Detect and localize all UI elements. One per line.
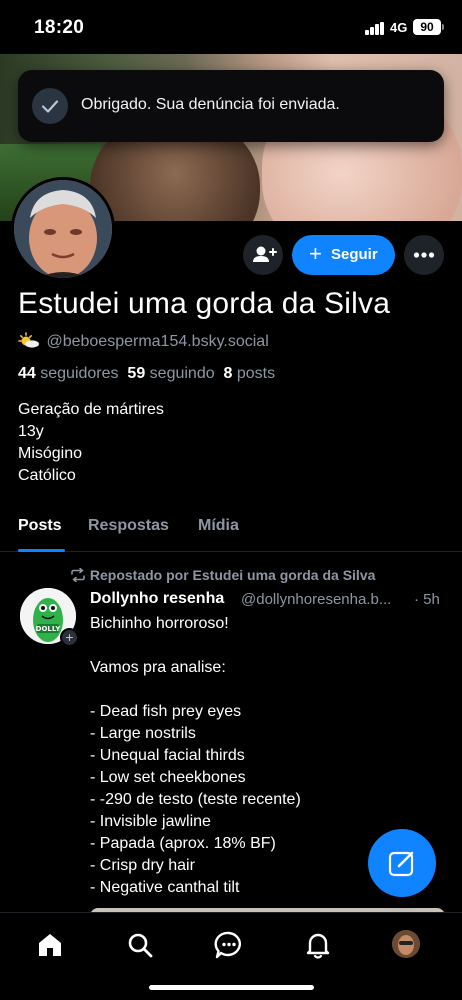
home-icon[interactable] (35, 930, 65, 960)
bio-line: Misógino (18, 445, 83, 462)
more-options-button[interactable] (404, 235, 444, 275)
plus-icon: + (309, 241, 322, 266)
check-icon (32, 88, 68, 124)
profile-stats: 44 seguidores 59 seguindo 8 posts (18, 365, 275, 383)
post-separator: · (414, 591, 419, 608)
profile-avatar[interactable] (11, 177, 115, 281)
repost-icon (71, 567, 85, 583)
post-line-blank (90, 635, 445, 657)
person-add-icon (253, 246, 277, 262)
bio-line: 13y (18, 423, 44, 440)
post-line: Vamos pra analise: (90, 659, 226, 676)
chat-icon[interactable] (214, 930, 244, 960)
post-timestamp: · 5h (414, 591, 440, 608)
compose-button[interactable] (368, 829, 436, 897)
toast-message: Obrigado. Sua denúncia foi enviada. (81, 96, 340, 113)
compose-icon (388, 851, 414, 877)
post-line: - Dead fish prey eyes (90, 703, 242, 720)
display-name: Estudei uma gorda da Silva (18, 287, 391, 320)
follow-badge-icon[interactable]: + (60, 628, 79, 647)
bio-line: Católico (18, 467, 76, 484)
tab-posts[interactable]: Posts (18, 517, 62, 535)
handle-row: @beboesperma154.bsky.social (18, 332, 269, 351)
post-line-blank (90, 679, 445, 701)
active-tab-indicator (18, 549, 65, 552)
repost-label[interactable]: Repostado por Estudei uma gorda da Silva (90, 567, 376, 583)
ellipsis-icon (413, 252, 435, 258)
profile-avatar-nav[interactable] (392, 930, 420, 958)
network-label: 4G (390, 20, 408, 35)
post-author-name[interactable]: Dollynho resenha (90, 590, 224, 608)
post-author-handle[interactable]: @dollynhoresenha.b... (241, 591, 391, 608)
repost-indicator: Repostado por Estudei uma gorda da Silva (70, 567, 375, 583)
sun-cloud-icon (18, 332, 42, 351)
profile-handle[interactable]: @beboesperma154.bsky.social (46, 333, 268, 350)
add-person-button[interactable] (243, 235, 283, 275)
signal-icon (365, 22, 386, 35)
post-line: - Low set cheekbones (90, 769, 246, 786)
status-time: 18:20 (34, 17, 85, 38)
tab-midia[interactable]: Mídia (198, 517, 239, 535)
posts-count: 8 (223, 365, 233, 382)
post-time: 5h (423, 591, 440, 608)
tab-respostas[interactable]: Respostas (88, 517, 169, 535)
posts-label: posts (236, 365, 276, 382)
status-bar: 18:20 4G 90 (0, 0, 462, 54)
follow-button-label: Seguir (331, 246, 378, 263)
home-indicator[interactable] (149, 985, 314, 990)
following-label[interactable]: seguindo (150, 365, 215, 382)
report-toast[interactable]: Obrigado. Sua denúncia foi enviada. (18, 70, 444, 142)
bell-icon[interactable] (303, 930, 333, 960)
profile-tabs: Posts Respostas Mídia (0, 505, 462, 552)
battery-icon: 90 (413, 19, 441, 35)
following-count[interactable]: 59 (127, 365, 145, 382)
post-line: Bichinho horroroso! (90, 615, 229, 632)
search-icon[interactable] (125, 930, 155, 960)
post-line: - -290 de testo (teste recente) (90, 791, 301, 808)
post-line: - Unequal facial thirds (90, 747, 245, 764)
bio-line: Geração de mártires (18, 401, 164, 418)
followers-count[interactable]: 44 (18, 365, 36, 382)
post-line: - Large nostrils (90, 725, 196, 742)
battery-nub (442, 24, 444, 30)
followers-label[interactable]: seguidores (40, 365, 118, 382)
dolly-logo-text: DOLLY (36, 625, 62, 633)
follow-button[interactable]: + Seguir (292, 235, 395, 275)
profile-bio: Geração de mártires 13y Misógino Católic… (18, 399, 164, 487)
